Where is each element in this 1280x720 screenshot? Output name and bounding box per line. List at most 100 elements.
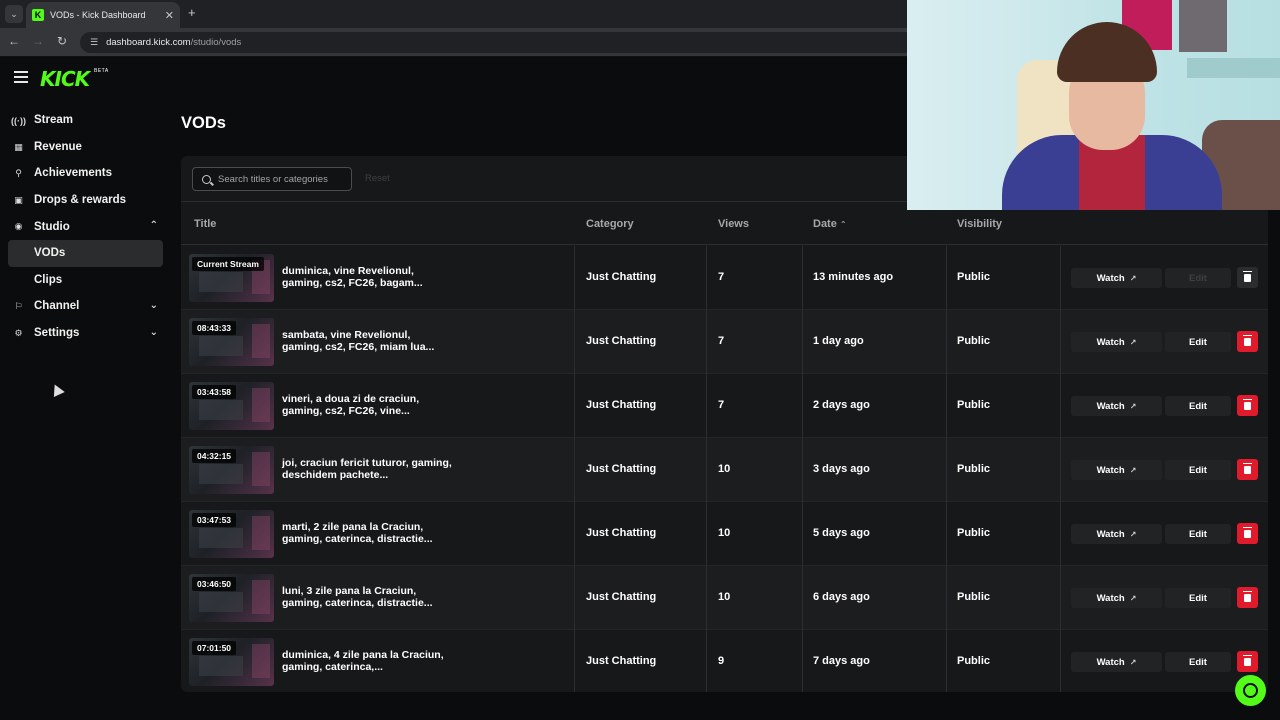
vod-title[interactable]: luni, 3 zile pana la Craciun, gaming, ca…	[282, 585, 452, 609]
external-link-icon: ↗	[1129, 529, 1137, 539]
sidebar-item-settings[interactable]: ⚙ Settings ⌄	[0, 320, 172, 347]
vod-visibility: Public	[957, 655, 991, 667]
vod-thumbnail[interactable]: 07:01:50	[189, 638, 274, 686]
edit-button[interactable]: Edit	[1165, 652, 1231, 672]
vod-category: Just Chatting	[586, 655, 657, 667]
vod-thumbnail[interactable]: 03:47:53	[189, 510, 274, 558]
site-info-icon[interactable]: ☰	[90, 37, 98, 48]
forward-arrow-icon[interactable]: →	[30, 34, 46, 48]
close-tab-icon[interactable]: ✕	[165, 9, 174, 22]
edit-button[interactable]: Edit	[1165, 588, 1231, 608]
column-header-date[interactable]: Date ⌃	[813, 218, 847, 230]
table-row: 07:01:50 duminica, 4 zile pana la Craciun…	[181, 630, 1268, 692]
column-divider	[1060, 310, 1061, 374]
reset-button[interactable]: Reset	[365, 173, 390, 184]
edit-button[interactable]: Edit	[1165, 524, 1231, 544]
tab-search-chevron-icon[interactable]: ⌄	[5, 5, 23, 23]
vod-title[interactable]: duminica, 4 zile pana la Craciun, gaming…	[282, 649, 452, 673]
edit-button[interactable]: Edit	[1165, 460, 1231, 480]
watch-button[interactable]: Watch ↗	[1071, 396, 1162, 416]
column-divider	[802, 310, 803, 374]
sidebar-subitem-label: Clips	[34, 273, 63, 286]
search-input[interactable]	[218, 173, 348, 185]
vod-title[interactable]: duminica, vine Revelionul, gaming, cs2, …	[282, 265, 452, 289]
support-chat-button[interactable]	[1235, 675, 1266, 706]
external-link-icon: ↗	[1129, 465, 1137, 475]
hamburger-menu-icon[interactable]	[14, 71, 28, 86]
watch-button-label: Watch	[1096, 528, 1125, 540]
vod-title[interactable]: sambata, vine Revelionul, gaming, cs2, F…	[282, 329, 452, 353]
sidebar-item-achievements[interactable]: ⚲ Achievements	[0, 160, 172, 187]
delete-button[interactable]	[1237, 459, 1258, 480]
sidebar-item-channel[interactable]: ⚐ Channel ⌄	[0, 293, 172, 320]
sidebar-subitem-clips[interactable]: Clips	[8, 267, 163, 294]
column-divider	[1060, 566, 1061, 630]
sidebar-item-drops-rewards[interactable]: ▣ Drops & rewards	[0, 187, 172, 214]
vod-thumbnail[interactable]: 03:46:50	[189, 574, 274, 622]
reload-icon[interactable]: ↻	[54, 34, 70, 48]
vod-views: 7	[718, 399, 725, 411]
sidebar-item-revenue[interactable]: ▦ Revenue	[0, 134, 172, 161]
column-header-category[interactable]: Category	[586, 218, 634, 230]
edit-button-label: Edit	[1189, 336, 1207, 348]
vod-title[interactable]: joi, craciun fericit tuturor, gaming, de…	[282, 457, 452, 481]
delete-button[interactable]	[1237, 331, 1258, 352]
column-divider	[706, 502, 707, 566]
chevron-up-icon[interactable]: ⌃	[150, 220, 158, 231]
edit-button-label: Edit	[1189, 656, 1207, 668]
browser-tab[interactable]: K VODs - Kick Dashboard ✕	[26, 2, 180, 28]
column-divider	[574, 374, 575, 438]
chevron-down-icon[interactable]: ⌄	[150, 300, 158, 311]
watch-button[interactable]: Watch ↗	[1071, 332, 1162, 352]
watch-button[interactable]: Watch ↗	[1071, 588, 1162, 608]
vod-thumbnail[interactable]: 04:32:15	[189, 446, 274, 494]
column-header-visibility[interactable]: Visibility	[957, 218, 1002, 230]
external-link-icon: ↗	[1129, 593, 1137, 603]
external-link-icon: ↗	[1129, 401, 1137, 411]
vod-visibility: Public	[957, 463, 991, 475]
sidebar-item-stream[interactable]: ((·)) Stream	[0, 107, 172, 134]
delete-button[interactable]	[1237, 267, 1258, 288]
vod-title[interactable]: vineri, a doua zi de craciun, gaming, cs…	[282, 393, 452, 417]
sidebar-item-label: Stream	[34, 114, 73, 127]
delete-button[interactable]	[1237, 523, 1258, 544]
search-box[interactable]	[192, 167, 352, 191]
edit-button[interactable]: Edit	[1165, 268, 1231, 288]
sidebar-subitem-vods[interactable]: VODs	[8, 239, 163, 267]
delete-button[interactable]	[1237, 651, 1258, 672]
webcam-poster	[1179, 0, 1227, 52]
headset-icon	[1243, 683, 1258, 698]
watch-button[interactable]: Watch ↗	[1071, 652, 1162, 672]
vod-title[interactable]: marti, 2 zile pana la Craciun, gaming, c…	[282, 521, 452, 545]
column-divider	[706, 438, 707, 502]
delete-button[interactable]	[1237, 587, 1258, 608]
column-divider	[802, 374, 803, 438]
vod-thumbnail[interactable]: 08:43:33	[189, 318, 274, 366]
delete-button[interactable]	[1237, 395, 1258, 416]
url-host: dashboard.kick.com	[106, 37, 191, 48]
back-arrow-icon[interactable]: ←	[6, 34, 22, 48]
column-divider	[946, 374, 947, 438]
edit-button[interactable]: Edit	[1165, 396, 1231, 416]
vod-thumbnail[interactable]: Current Stream	[189, 254, 274, 302]
column-header-date-label: Date	[813, 218, 837, 230]
column-divider	[802, 630, 803, 692]
vod-thumbnail[interactable]: 03:43:58	[189, 382, 274, 430]
kick-logo[interactable]: KICK	[40, 67, 90, 91]
column-divider	[574, 502, 575, 566]
sidebar-item-studio[interactable]: ◉ Studio ⌃	[0, 213, 172, 240]
new-tab-icon[interactable]: +	[188, 5, 196, 20]
sidebar-item-label: Drops & rewards	[34, 194, 127, 207]
column-header-title[interactable]: Title	[194, 218, 216, 230]
edit-button-label: Edit	[1189, 464, 1207, 476]
watch-button[interactable]: Watch ↗	[1071, 268, 1162, 288]
edit-button[interactable]: Edit	[1165, 332, 1231, 352]
chevron-down-icon[interactable]: ⌄	[150, 327, 158, 338]
table-row: Current Stream duminica, vine Revelionul,…	[181, 246, 1268, 310]
vod-visibility: Public	[957, 591, 991, 603]
watch-button[interactable]: Watch ↗	[1071, 524, 1162, 544]
column-header-views[interactable]: Views	[718, 218, 749, 230]
watch-button[interactable]: Watch ↗	[1071, 460, 1162, 480]
trash-icon	[1243, 526, 1252, 538]
tab-title: VODs - Kick Dashboard	[50, 10, 146, 20]
